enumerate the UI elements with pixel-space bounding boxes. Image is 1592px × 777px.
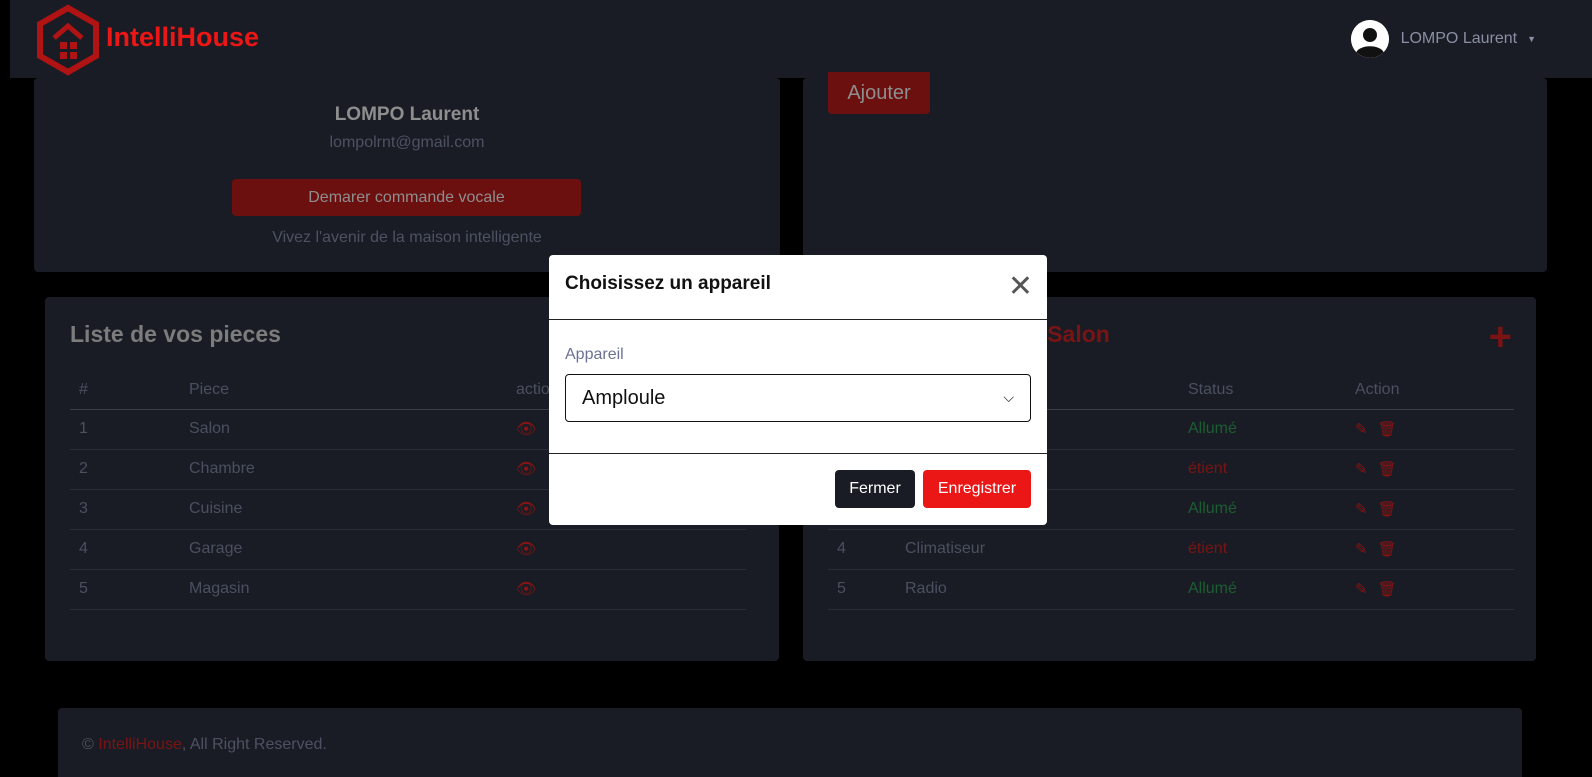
brand-name: IntelliHouse: [106, 21, 260, 52]
device-actions: ✎ 🗑: [1346, 529, 1514, 570]
table-row: 5 Magasin 👁: [70, 569, 746, 610]
eye-icon[interactable]: 👁: [516, 461, 536, 478]
devices-room-name: Salon: [1047, 321, 1110, 347]
avatar: [1350, 20, 1389, 58]
table-row: 4 Climatiseur étient ✎ 🗑: [828, 529, 1514, 570]
column-header: Piece: [180, 372, 507, 410]
device-status: étient: [1179, 529, 1346, 570]
footer-brand-link[interactable]: IntelliHouse: [98, 736, 182, 753]
device-actions: ✎ 🗑: [1346, 449, 1514, 490]
device-select[interactable]: Amploule ⌵: [565, 374, 1031, 422]
table-row: 4 Garage 👁: [70, 529, 746, 570]
device-name: Radio: [896, 569, 1179, 610]
device-number: 5: [828, 569, 896, 610]
plus-icon[interactable]: +: [1489, 317, 1512, 357]
trash-icon[interactable]: 🗑: [1378, 421, 1397, 438]
copyright-symbol: ©: [82, 736, 94, 753]
device-status: Allumé: [1179, 489, 1346, 530]
room-name: Magasin: [180, 569, 507, 610]
device-actions: ✎ 🗑: [1346, 569, 1514, 610]
eye-icon[interactable]: 👁: [516, 541, 536, 558]
user-avatar-icon: [1350, 20, 1389, 58]
profile-email: lompolrnt@gmail.com: [329, 134, 485, 151]
chevron-down-icon: ▼: [1527, 34, 1536, 44]
trash-icon[interactable]: 🗑: [1378, 581, 1397, 598]
eye-icon[interactable]: 👁: [516, 581, 536, 598]
device-field-label: Appareil: [565, 346, 624, 363]
modal-title: Choisissez un appareil: [565, 273, 771, 294]
device-name: Climatiseur: [896, 529, 1179, 570]
device-status: étient: [1179, 449, 1346, 490]
column-header: #: [70, 372, 180, 410]
user-name: LOMPO Laurent: [1400, 30, 1518, 47]
device-actions: ✎ 🗑: [1346, 489, 1514, 530]
room-number: 3: [70, 489, 180, 530]
eye-icon[interactable]: 👁: [516, 421, 536, 438]
column-header: Status: [1179, 372, 1346, 410]
profile-name: LOMPO Laurent: [334, 104, 480, 125]
room-action-cell: 👁: [507, 529, 746, 570]
choose-device-modal: Choisissez un appareil ✕ Appareil Amplou…: [549, 255, 1047, 525]
profile-tagline: Vivez l'avenir de la maison intelligente: [272, 229, 542, 246]
column-header: Action: [1346, 372, 1514, 410]
close-icon[interactable]: ✕: [1008, 272, 1033, 302]
edit-icon[interactable]: ✎: [1355, 461, 1368, 478]
device-actions: ✎ 🗑: [1346, 409, 1514, 450]
room-number: 5: [70, 569, 180, 610]
trash-icon[interactable]: 🗑: [1378, 541, 1397, 558]
trash-icon[interactable]: 🗑: [1378, 501, 1397, 518]
navbar: IntelliHouse LOMPO Laurent ▼: [10, 0, 1592, 78]
edit-icon[interactable]: ✎: [1355, 501, 1368, 518]
chevron-down-icon: ⌵: [1003, 389, 1014, 405]
modal-footer: Fermer Enregistrer: [549, 454, 1047, 524]
room-name: Salon: [180, 409, 507, 450]
house-logo-icon: [37, 4, 99, 76]
edit-icon[interactable]: ✎: [1355, 581, 1368, 598]
add-panel: Ajouter: [803, 72, 1547, 272]
close-button[interactable]: Fermer: [835, 470, 915, 508]
modal-header: Choisissez un appareil ✕: [549, 255, 1047, 320]
edit-icon[interactable]: ✎: [1355, 541, 1368, 558]
footer: © IntelliHouse, All Right Reserved.: [58, 708, 1522, 777]
save-button[interactable]: Enregistrer: [923, 470, 1031, 508]
footer-text: © IntelliHouse, All Right Reserved.: [82, 736, 327, 754]
device-select-value: Amploule: [582, 386, 666, 409]
device-number: 4: [828, 529, 896, 570]
trash-icon[interactable]: 🗑: [1378, 461, 1397, 478]
modal-body: Appareil Amploule ⌵: [549, 320, 1047, 454]
device-status: Allumé: [1179, 409, 1346, 450]
rooms-title: Liste de vos pieces: [70, 321, 281, 347]
edit-icon[interactable]: ✎: [1355, 421, 1368, 438]
room-name: Garage: [180, 529, 507, 570]
footer-rights: , All Right Reserved.: [181, 736, 327, 753]
table-row: 5 Radio Allumé ✎ 🗑: [828, 569, 1514, 610]
voice-command-button[interactable]: Demarer commande vocale: [232, 179, 581, 216]
brand-logo[interactable]: IntelliHouse: [34, 4, 259, 76]
room-name: Chambre: [180, 449, 507, 490]
device-status: Allumé: [1179, 569, 1346, 610]
add-button[interactable]: Ajouter: [828, 72, 930, 114]
user-menu[interactable]: LOMPO Laurent ▼: [1350, 20, 1536, 58]
eye-icon[interactable]: 👁: [516, 501, 536, 518]
room-name: Cuisine: [180, 489, 507, 530]
room-number: 1: [70, 409, 180, 450]
room-action-cell: 👁: [507, 569, 746, 610]
room-number: 2: [70, 449, 180, 490]
profile-panel: LOMPO Laurent lompolrnt@gmail.com Demare…: [34, 78, 780, 272]
room-number: 4: [70, 529, 180, 570]
